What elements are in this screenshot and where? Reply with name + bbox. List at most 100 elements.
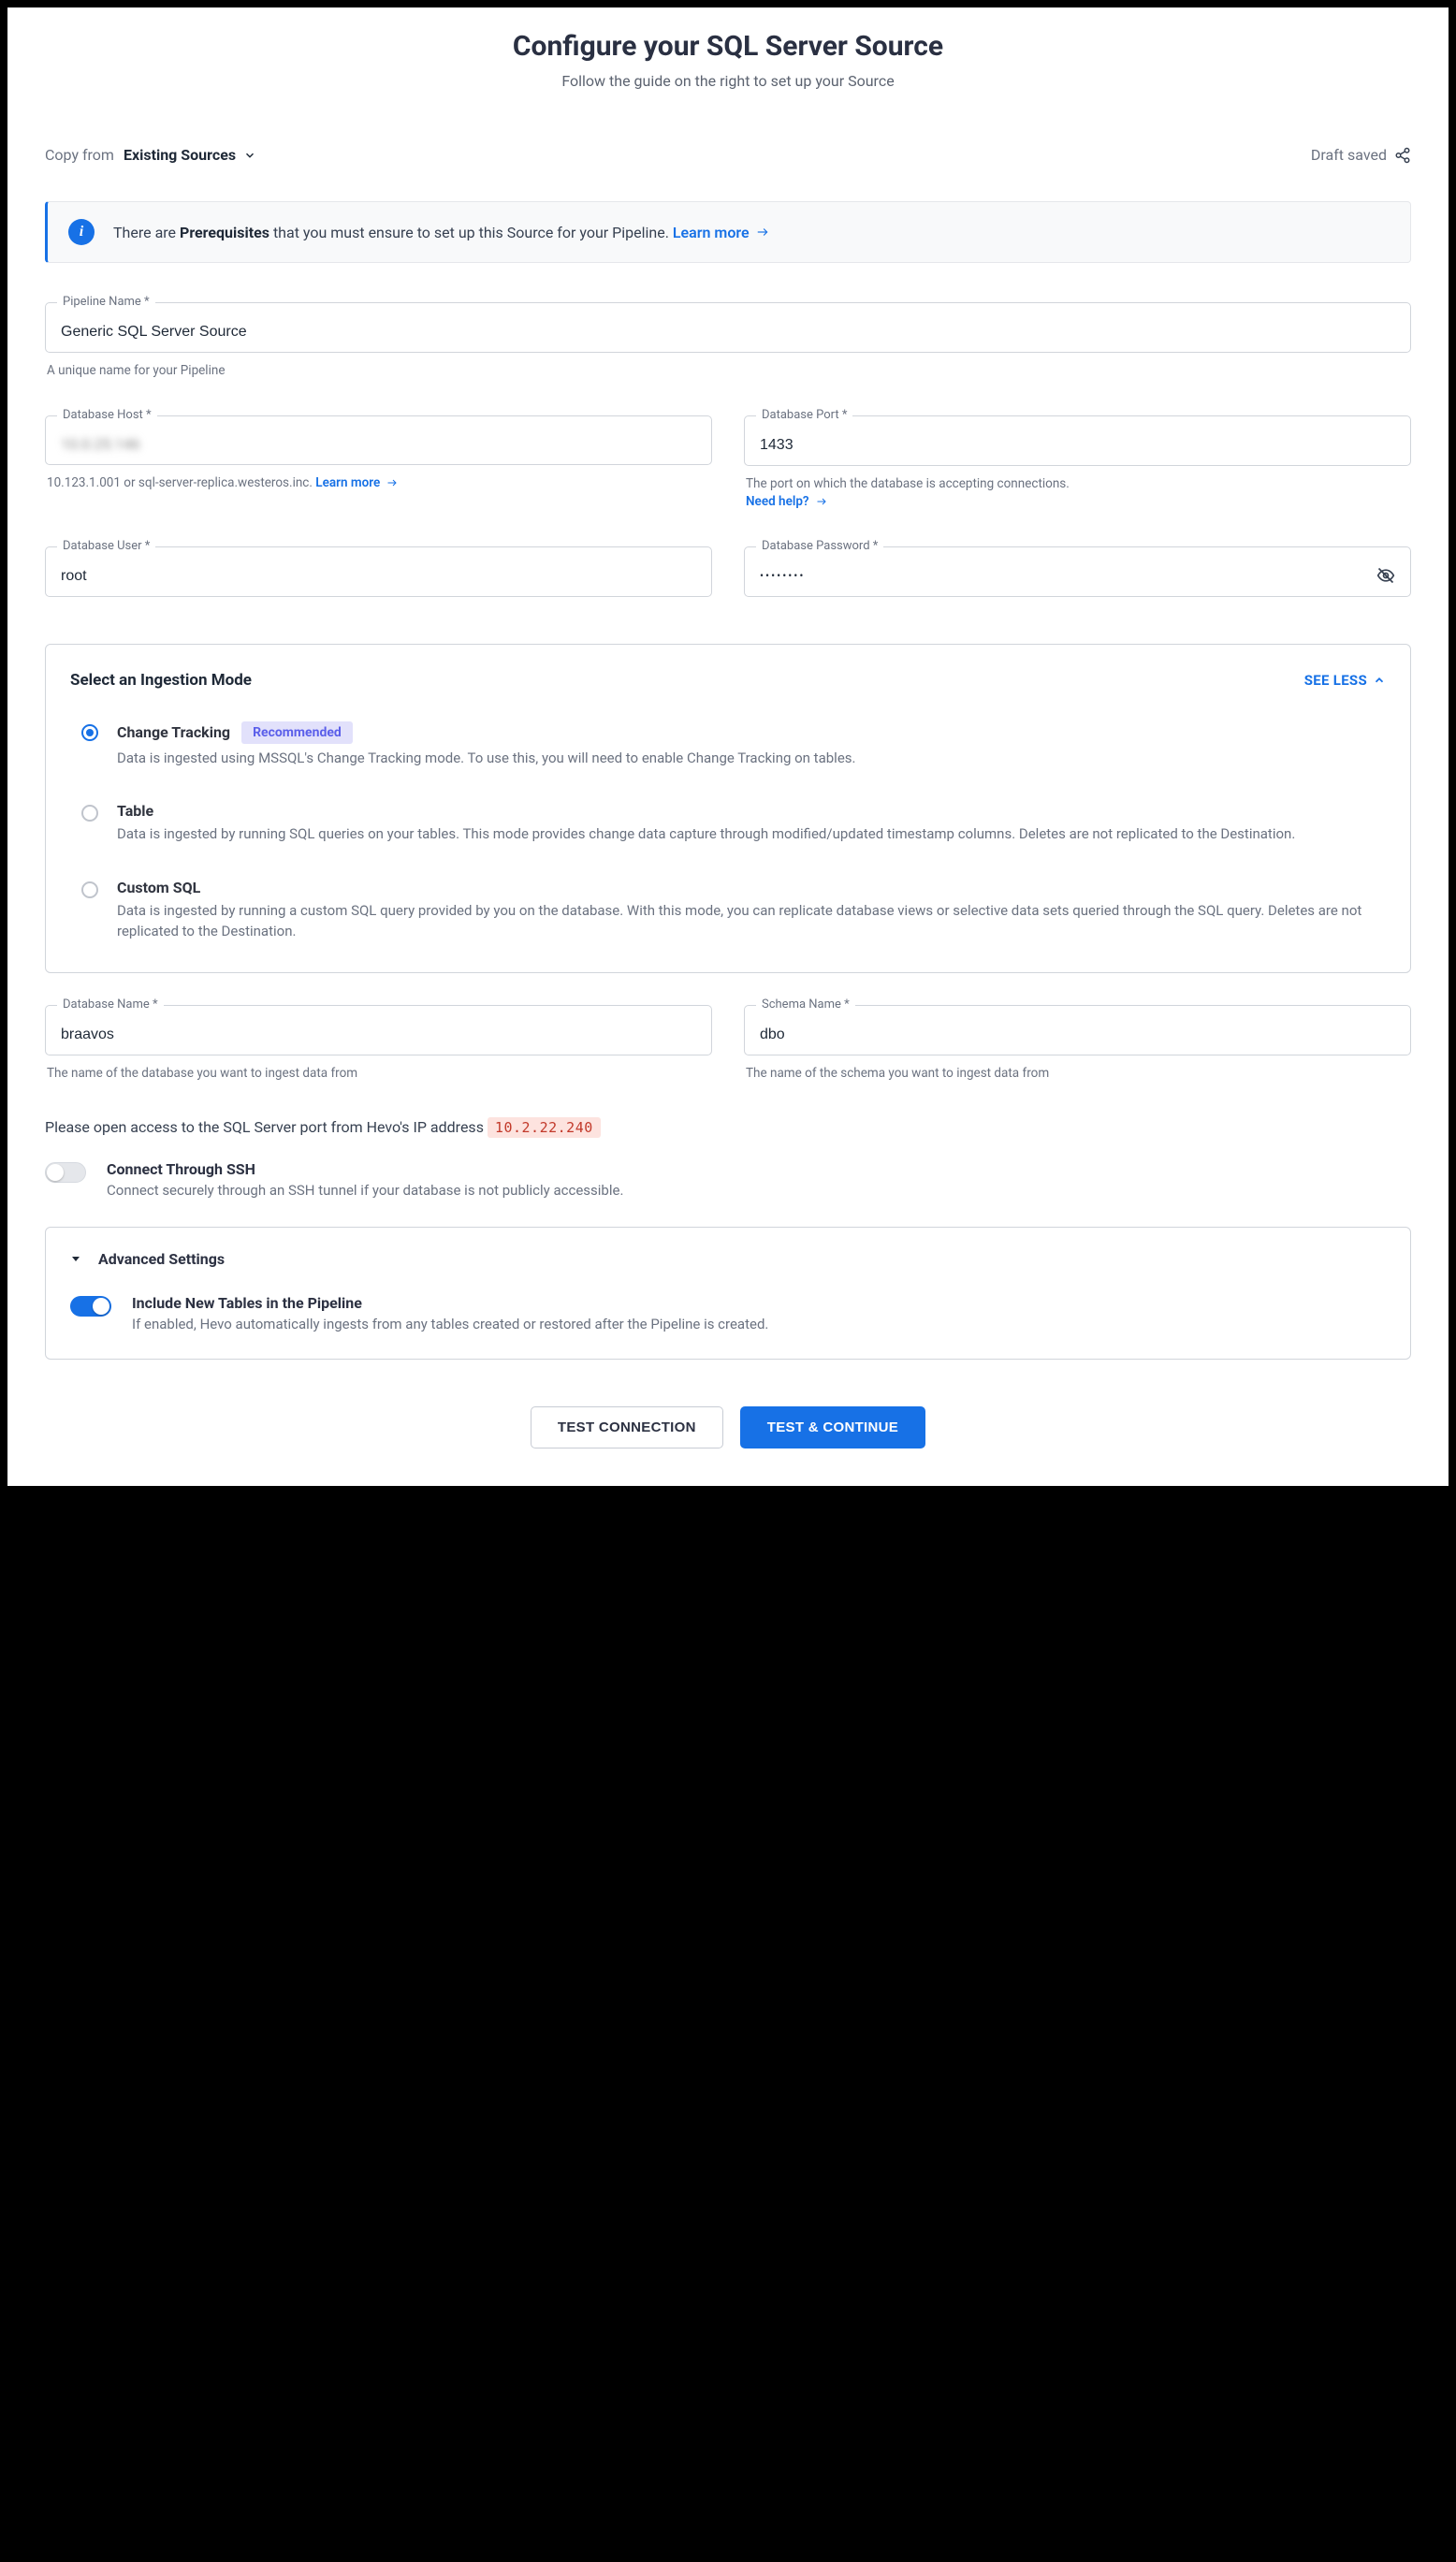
advanced-title: Advanced Settings: [98, 1250, 225, 1268]
advanced-panel: Advanced Settings Include New Tables in …: [45, 1227, 1411, 1360]
include-new-toggle[interactable]: [70, 1296, 111, 1317]
ip-address-chip: 10.2.22.240: [488, 1117, 601, 1138]
arrow-right-icon: [755, 226, 770, 239]
learn-more-label: Learn more: [315, 474, 380, 492]
radio-title: Change Tracking Recommended: [117, 721, 1375, 744]
ingestion-option-change-tracking[interactable]: Change Tracking Recommended Data is inge…: [70, 721, 1386, 769]
db-host-label: Database Host *: [57, 408, 157, 422]
share-icon[interactable]: [1394, 147, 1411, 164]
actions: TEST CONNECTION TEST & CONTINUE: [45, 1406, 1411, 1448]
recommended-badge: Recommended: [241, 721, 353, 744]
include-new-body: Include New Tables in the Pipeline If en…: [132, 1294, 768, 1332]
see-less-label: SEE LESS: [1304, 672, 1367, 689]
db-host-learn-more-link[interactable]: Learn more: [315, 474, 399, 492]
ingestion-panel: Select an Ingestion Mode SEE LESS Change…: [45, 644, 1411, 973]
db-name-field[interactable]: Database Name *: [45, 1005, 712, 1055]
info-icon: i: [68, 219, 95, 245]
info-bold: Prerequisites: [180, 224, 269, 241]
db-user-field[interactable]: Database User *: [45, 546, 712, 597]
option-title: Table: [117, 802, 153, 820]
draft-saved: Draft saved: [1311, 146, 1411, 164]
radio-button[interactable]: [81, 881, 98, 898]
learn-more-label: Learn more: [673, 224, 750, 241]
ingestion-title: Select an Ingestion Mode: [70, 671, 252, 690]
option-desc: Data is ingested by running a custom SQL…: [117, 900, 1375, 942]
pipeline-name-field[interactable]: Pipeline Name *: [45, 302, 1411, 353]
info-learn-more-link[interactable]: Learn more: [673, 224, 770, 241]
see-less-toggle[interactable]: SEE LESS: [1304, 672, 1386, 689]
schema-name-help: The name of the schema you want to inges…: [746, 1065, 1409, 1083]
ssh-desc: Connect securely through an SSH tunnel i…: [107, 1182, 623, 1199]
db-host-help: 10.123.1.001 or sql-server-replica.weste…: [47, 474, 710, 492]
ip-access-text: Please open access to the SQL Server por…: [45, 1118, 1411, 1136]
include-new-desc: If enabled, Hevo automatically ingests f…: [132, 1316, 768, 1332]
db-password-input[interactable]: ••••••••: [760, 569, 1367, 582]
copy-from: Copy from Existing Sources: [45, 146, 256, 164]
db-host-help-text: 10.123.1.001 or sql-server-replica.weste…: [47, 475, 315, 490]
db-host-field[interactable]: Database Host * 10.0.25.146: [45, 415, 712, 465]
db-port-help-text: The port on which the database is accept…: [746, 475, 1409, 493]
info-prefix: There are: [113, 224, 180, 241]
ssh-toggle-row: Connect Through SSH Connect securely thr…: [45, 1160, 1411, 1199]
ssh-title: Connect Through SSH: [107, 1160, 623, 1178]
db-name-label: Database Name *: [57, 997, 164, 1012]
chevron-up-icon: [1373, 674, 1386, 687]
option-desc: Data is ingested by running SQL queries …: [117, 823, 1375, 845]
pipeline-name-input[interactable]: [61, 324, 1395, 341]
radio-body: Custom SQL Data is ingested by running a…: [117, 879, 1375, 942]
option-title: Change Tracking: [117, 723, 230, 741]
advanced-header[interactable]: Advanced Settings: [70, 1250, 1386, 1268]
chevron-down-icon: [243, 149, 256, 162]
copy-from-value: Existing Sources: [124, 146, 236, 164]
header-row: Copy from Existing Sources Draft saved: [45, 146, 1411, 164]
ingestion-option-custom-sql[interactable]: Custom SQL Data is ingested by running a…: [70, 879, 1386, 942]
pipeline-name-help: A unique name for your Pipeline: [47, 362, 1409, 380]
page-subtitle: Follow the guide on the right to set up …: [45, 72, 1411, 90]
arrow-right-icon: [815, 496, 828, 507]
db-port-need-help-link[interactable]: Need help?: [746, 493, 828, 511]
db-port-label: Database Port *: [756, 408, 852, 422]
ssh-toggle-body: Connect Through SSH Connect securely thr…: [107, 1160, 623, 1199]
db-password-label: Database Password *: [756, 539, 883, 553]
arrow-right-icon: [386, 477, 399, 488]
include-new-row: Include New Tables in the Pipeline If en…: [70, 1294, 1386, 1332]
radio-button[interactable]: [81, 724, 98, 741]
db-port-input[interactable]: [760, 437, 1395, 454]
option-title: Custom SQL: [117, 879, 200, 896]
app-frame: Configure your SQL Server Source Follow …: [7, 7, 1449, 1486]
pipeline-name-label: Pipeline Name *: [57, 295, 155, 309]
ingestion-option-table[interactable]: Table Data is ingested by running SQL qu…: [70, 802, 1386, 845]
ingestion-panel-header: Select an Ingestion Mode SEE LESS: [70, 671, 1386, 690]
radio-button[interactable]: [81, 805, 98, 822]
db-port-field[interactable]: Database Port *: [744, 415, 1411, 466]
ip-access-label: Please open access to the SQL Server por…: [45, 1118, 488, 1136]
info-suffix: that you must ensure to set up this Sour…: [269, 224, 673, 241]
radio-title: Table: [117, 802, 1375, 820]
schema-name-label: Schema Name *: [756, 997, 855, 1012]
radio-title: Custom SQL: [117, 879, 1375, 896]
schema-name-input[interactable]: [760, 1026, 1395, 1043]
need-help-label: Need help?: [746, 493, 809, 511]
test-continue-button[interactable]: TEST & CONTINUE: [740, 1406, 925, 1448]
db-name-input[interactable]: [61, 1026, 696, 1043]
caret-down-icon: [70, 1253, 81, 1264]
db-name-help: The name of the database you want to ing…: [47, 1065, 710, 1083]
radio-body: Change Tracking Recommended Data is inge…: [117, 721, 1375, 769]
eye-off-icon[interactable]: [1376, 566, 1395, 585]
include-new-title: Include New Tables in the Pipeline: [132, 1294, 768, 1312]
draft-saved-label: Draft saved: [1311, 146, 1387, 164]
db-password-field[interactable]: Database Password * ••••••••: [744, 546, 1411, 597]
info-banner-text: There are Prerequisites that you must en…: [113, 224, 770, 241]
db-user-input[interactable]: [61, 568, 696, 585]
db-host-input[interactable]: 10.0.25.146: [61, 435, 140, 453]
radio-body: Table Data is ingested by running SQL qu…: [117, 802, 1375, 845]
copy-from-dropdown[interactable]: Existing Sources: [124, 146, 256, 164]
ssh-toggle[interactable]: [45, 1162, 86, 1183]
option-desc: Data is ingested using MSSQL's Change Tr…: [117, 748, 1375, 769]
schema-name-field[interactable]: Schema Name *: [744, 1005, 1411, 1055]
test-connection-button[interactable]: TEST CONNECTION: [531, 1406, 723, 1448]
info-banner: i There are Prerequisites that you must …: [45, 201, 1411, 263]
page-title: Configure your SQL Server Source: [45, 30, 1411, 63]
db-port-help: The port on which the database is accept…: [746, 475, 1409, 511]
db-user-label: Database User *: [57, 539, 155, 553]
